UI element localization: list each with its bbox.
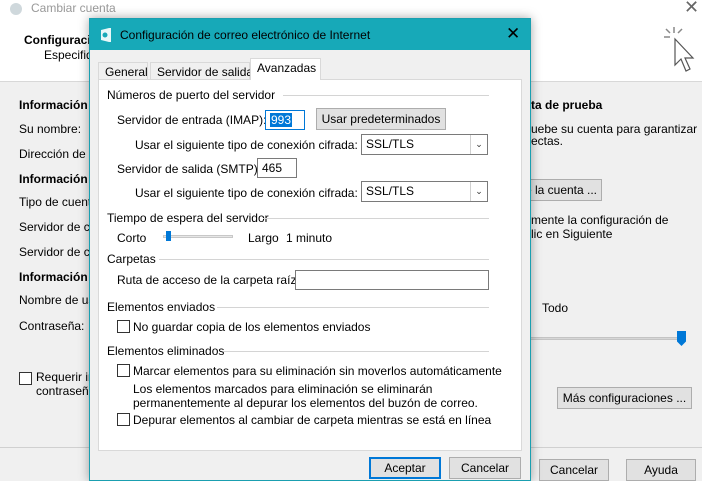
root-folder-label: Ruta de acceso de la carpeta raíz: bbox=[117, 273, 300, 287]
auto-test-desc2: lic en Siguiente bbox=[531, 227, 613, 241]
server-info-heading: Información c bbox=[19, 172, 98, 186]
folders-section-title: Carpetas bbox=[107, 252, 156, 266]
no-copy-sent-label: No guardar copia de los elementos enviad… bbox=[133, 320, 371, 334]
auto-test-desc1: mente la configuración de bbox=[531, 213, 669, 227]
no-copy-sent-checkbox[interactable] bbox=[117, 320, 130, 333]
use-defaults-button[interactable]: Usar predeterminados bbox=[316, 108, 446, 130]
background-help-button[interactable]: Ayuda bbox=[626, 459, 696, 481]
offline-slider-label: Todo bbox=[542, 301, 569, 315]
offline-mail-slider-thumb[interactable] bbox=[677, 331, 686, 346]
email-label: Dirección de c bbox=[19, 147, 96, 161]
chevron-down-icon: ⌄ bbox=[470, 182, 487, 201]
deletion-note-line1: Los elementos marcados para eliminación … bbox=[133, 382, 433, 396]
test-account-button[interactable]: e la cuenta ... bbox=[520, 179, 602, 201]
background-header-subtitle: Especifiq bbox=[44, 48, 93, 62]
background-titlebar: Cambiar cuenta ✕ bbox=[0, 0, 702, 20]
deletion-note-line2: permanentemente al depurar los elementos… bbox=[133, 396, 478, 410]
encryption-in-label: Usar el siguiente tipo de conexión cifra… bbox=[135, 138, 358, 152]
test-settings-desc2: ectas. bbox=[531, 134, 564, 148]
incoming-server-label: Servidor de co bbox=[19, 220, 97, 234]
background-close-icon[interactable]: ✕ bbox=[684, 0, 699, 18]
timeout-long-label: Largo bbox=[248, 231, 279, 245]
dialog-close-icon[interactable]: ✕ bbox=[506, 24, 520, 44]
require-spa-label-line1: Requerir in bbox=[36, 370, 95, 384]
imap-port-label: Servidor de entrada (IMAP): bbox=[117, 113, 267, 127]
outlook-icon bbox=[101, 28, 111, 42]
section-divider bbox=[283, 95, 489, 96]
user-info-heading: Información s bbox=[19, 98, 98, 112]
sent-section-title: Elementos enviados bbox=[107, 300, 216, 314]
chevron-down-icon: ⌄ bbox=[470, 135, 487, 154]
tab-advanced[interactable]: Avanzadas bbox=[250, 58, 321, 80]
smtp-port-input[interactable]: 465 bbox=[257, 158, 297, 178]
advanced-panel: Números de puerto del servidor Servidor … bbox=[98, 79, 522, 451]
offline-mail-slider-track[interactable] bbox=[526, 337, 686, 340]
section-divider bbox=[263, 218, 489, 219]
encryption-out-select[interactable]: SSL/TLS ⌄ bbox=[361, 181, 488, 202]
tab-outgoing-server[interactable]: Servidor de salida bbox=[150, 62, 253, 80]
encryption-in-select[interactable]: SSL/TLS ⌄ bbox=[361, 134, 488, 155]
encryption-out-label: Usar el siguiente tipo de conexión cifra… bbox=[135, 186, 358, 200]
dialog-titlebar: Configuración de correo electrónico de I… bbox=[90, 19, 530, 50]
timeout-short-label: Corto bbox=[117, 231, 147, 245]
account-type-label: Tipo de cuent bbox=[19, 195, 92, 209]
purge-on-switch-checkbox[interactable] bbox=[117, 413, 130, 426]
mark-for-deletion-label: Marcar elementos para su eliminación sin… bbox=[133, 364, 502, 378]
background-window-title: Cambiar cuenta bbox=[31, 1, 116, 15]
mouse-cursor-icon bbox=[664, 27, 695, 72]
timeout-value: 1 minuto bbox=[286, 231, 333, 245]
background-cancel-button[interactable]: Cancelar bbox=[539, 459, 609, 481]
ports-section-title: Números de puerto del servidor bbox=[107, 88, 276, 102]
more-settings-button[interactable]: Más configuraciones ... bbox=[557, 387, 692, 409]
root-folder-input[interactable] bbox=[295, 270, 489, 290]
outlook-icon bbox=[10, 3, 22, 15]
ok-button[interactable]: Aceptar bbox=[369, 457, 441, 479]
timeout-slider-track[interactable] bbox=[163, 235, 233, 238]
dialog-title: Configuración de correo electrónico de I… bbox=[120, 28, 371, 42]
section-divider bbox=[217, 307, 489, 308]
imap-port-input[interactable]: 993 bbox=[265, 110, 305, 130]
name-label: Su nombre: bbox=[19, 122, 82, 136]
timeout-section-title: Tiempo de espera del servidor bbox=[107, 211, 269, 225]
deleted-section-title: Elementos eliminados bbox=[107, 344, 225, 358]
username-label: Nombre de us bbox=[19, 293, 95, 307]
purge-on-switch-label: Depurar elementos al cambiar de carpeta … bbox=[133, 413, 492, 427]
smtp-port-label: Servidor de salida (SMTP): bbox=[117, 162, 262, 176]
cancel-button[interactable]: Cancelar bbox=[449, 457, 521, 479]
section-divider bbox=[159, 259, 489, 260]
login-info-heading: Información c bbox=[19, 270, 98, 284]
test-settings-heading: ta de prueba bbox=[531, 98, 603, 112]
outgoing-server-label: Servidor de co bbox=[19, 245, 97, 259]
background-header-title: Configuracio bbox=[24, 33, 98, 47]
tab-general[interactable]: General bbox=[98, 62, 148, 80]
require-spa-label-line2: contraseña bbox=[36, 384, 96, 398]
mark-for-deletion-checkbox[interactable] bbox=[117, 364, 130, 377]
internet-email-settings-dialog: Configuración de correo electrónico de I… bbox=[89, 18, 531, 481]
timeout-slider-thumb[interactable] bbox=[166, 231, 171, 241]
section-divider bbox=[223, 351, 489, 352]
password-label: Contraseña: bbox=[19, 319, 85, 333]
require-spa-checkbox[interactable] bbox=[19, 372, 32, 385]
